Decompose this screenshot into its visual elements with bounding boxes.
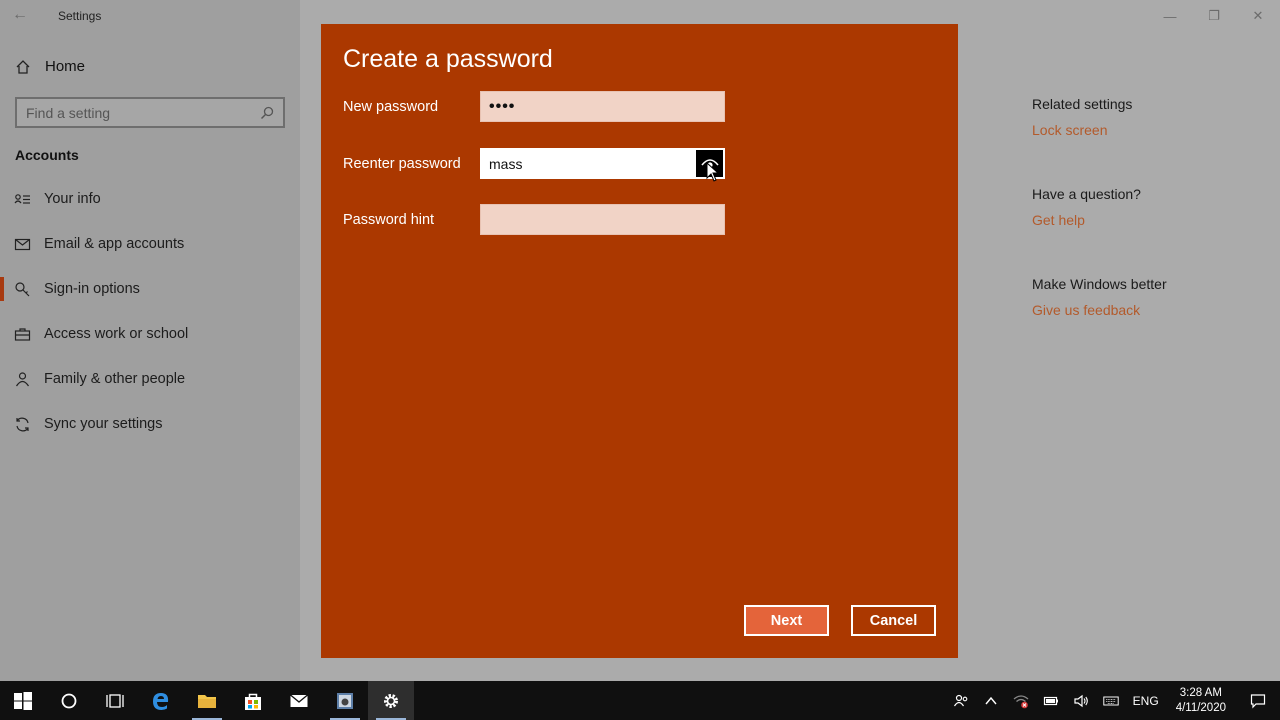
volume-button[interactable] <box>1066 693 1096 709</box>
home-nav-item[interactable]: Home <box>15 58 85 75</box>
question-header: Have a question? <box>1032 186 1141 202</box>
new-password-field[interactable]: •••• <box>480 91 725 122</box>
battery-button[interactable] <box>1036 693 1066 709</box>
window-title: Settings <box>58 9 102 23</box>
person-icon <box>0 371 44 388</box>
related-settings-header: Related settings <box>1032 96 1133 112</box>
battery-icon <box>1043 696 1058 705</box>
show-hidden-icons-button[interactable] <box>976 693 1006 709</box>
window-controls: — ❐ ✕ <box>1148 0 1280 32</box>
network-button[interactable] <box>1006 693 1036 709</box>
sidebar-item-access-work-school[interactable]: Access work or school <box>0 314 300 354</box>
input-language[interactable]: ENG <box>1126 694 1166 708</box>
sync-icon <box>0 416 44 433</box>
sidebar-item-family-other-people[interactable]: Family & other people <box>0 359 300 399</box>
close-button[interactable]: ✕ <box>1236 0 1280 32</box>
settings-app-button[interactable] <box>368 681 414 720</box>
cortana-button[interactable] <box>46 681 92 720</box>
clock-time: 3:28 AM <box>1179 686 1222 699</box>
reenter-password-field[interactable]: mass <box>480 148 725 182</box>
people-button[interactable] <box>946 693 976 709</box>
cancel-button[interactable]: Cancel <box>851 605 936 636</box>
back-arrow-icon[interactable]: ← <box>12 6 28 24</box>
mail-app-button[interactable] <box>276 681 322 720</box>
question-section: Have a question? Get help <box>1032 186 1141 228</box>
key-icon <box>0 281 44 298</box>
notification-icon <box>1250 693 1266 708</box>
reenter-password-value: mass <box>489 155 523 172</box>
folder-icon <box>198 694 216 708</box>
action-center-button[interactable] <box>1236 693 1280 709</box>
password-hint-field[interactable] <box>480 204 725 235</box>
wifi-disconnected-icon <box>1013 694 1029 708</box>
reenter-password-label: Reenter password <box>343 156 461 172</box>
people-icon <box>953 694 968 706</box>
search-box[interactable] <box>15 97 285 128</box>
start-button[interactable] <box>0 681 46 720</box>
sidebar-item-label: Family & other people <box>44 371 186 387</box>
home-label: Home <box>45 58 86 75</box>
media-app-icon <box>337 692 353 709</box>
new-password-label: New password <box>343 99 439 115</box>
task-view-icon <box>106 693 124 708</box>
person-card-icon <box>0 191 44 208</box>
feedback-header: Make Windows better <box>1032 276 1167 292</box>
next-button[interactable]: Next <box>744 605 829 636</box>
sidebar-item-label: Email & app accounts <box>44 236 185 252</box>
restore-button[interactable]: ❐ <box>1192 0 1236 32</box>
search-input[interactable] <box>26 104 246 121</box>
chevron-up-icon <box>985 696 997 704</box>
get-help-link[interactable]: Get help <box>1032 212 1141 228</box>
clock-date: 4/11/2020 <box>1175 701 1226 714</box>
speaker-icon <box>1074 694 1088 707</box>
windows-logo-icon <box>14 691 32 710</box>
file-explorer-button[interactable] <box>184 681 230 720</box>
create-password-dialog: Create a password New password •••• Reen… <box>321 24 958 658</box>
clock[interactable]: 3:28 AM 4/11/2020 <box>1166 686 1236 716</box>
section-title: Accounts <box>15 147 79 163</box>
dialog-title: Create a password <box>343 45 553 73</box>
password-hint-input[interactable] <box>489 211 689 228</box>
system-tray: ENG 3:28 AM 4/11/2020 <box>946 681 1280 720</box>
feedback-section: Make Windows better Give us feedback <box>1032 276 1167 318</box>
edge-browser-icon <box>153 692 169 710</box>
sidebar-item-email-app-accounts[interactable]: Email & app accounts <box>0 224 300 264</box>
lock-screen-link[interactable]: Lock screen <box>1032 122 1132 138</box>
gear-icon <box>384 693 398 708</box>
sidebar-item-label: Access work or school <box>44 326 189 342</box>
sidebar: ← Settings Home Accounts Your info Email… <box>0 0 300 681</box>
search-icon[interactable] <box>260 106 274 120</box>
related-settings-section: Related settings Lock screen <box>1032 96 1132 138</box>
sidebar-item-sign-in-options[interactable]: Sign-in options <box>0 269 300 309</box>
briefcase-icon <box>0 326 44 343</box>
sidebar-item-label: Sign-in options <box>44 281 140 297</box>
password-hint-label: Password hint <box>343 212 435 228</box>
sidebar-item-label: Your info <box>44 191 101 207</box>
feedback-link[interactable]: Give us feedback <box>1032 302 1167 318</box>
edge-button[interactable] <box>138 681 184 720</box>
task-view-button[interactable] <box>92 681 138 720</box>
keyboard-icon <box>1102 696 1119 705</box>
cortana-circle-icon <box>61 693 77 708</box>
new-password-value: •••• <box>489 97 516 115</box>
taskbar: ENG 3:28 AM 4/11/2020 <box>0 681 1280 720</box>
home-icon <box>16 59 30 74</box>
mail-envelope-icon <box>290 693 308 707</box>
sidebar-item-sync-settings[interactable]: Sync your settings <box>0 404 300 444</box>
mail-icon <box>0 236 44 253</box>
minimize-button[interactable]: — <box>1148 0 1192 32</box>
sidebar-item-your-info[interactable]: Your info <box>0 179 300 219</box>
store-button[interactable] <box>230 681 276 720</box>
mouse-cursor-icon <box>706 162 720 182</box>
sidebar-item-label: Sync your settings <box>44 416 163 432</box>
touch-keyboard-button[interactable] <box>1096 693 1126 709</box>
store-bag-icon <box>245 693 261 710</box>
media-app-button[interactable] <box>322 681 368 720</box>
